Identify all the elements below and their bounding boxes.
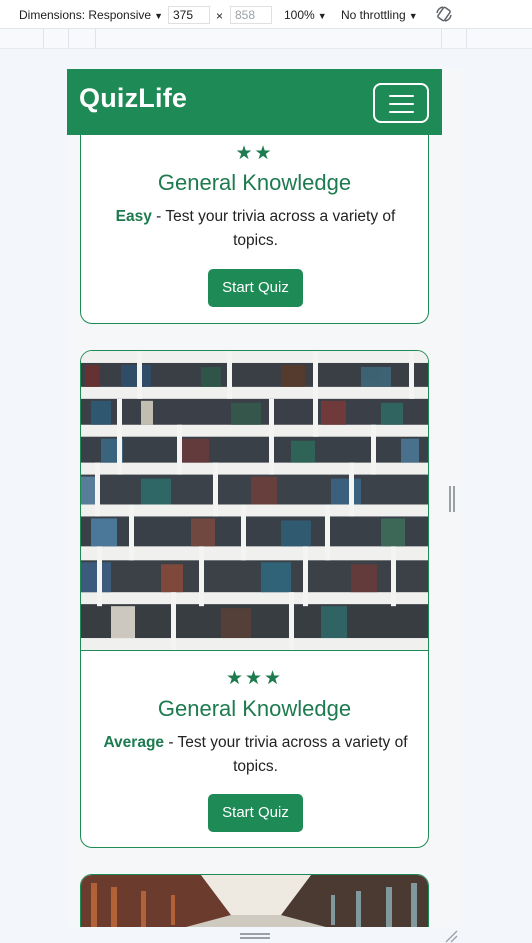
- height-input[interactable]: 858: [230, 6, 272, 24]
- width-resize-handle[interactable]: [449, 486, 455, 512]
- height-resize-handle[interactable]: [240, 933, 270, 941]
- start-quiz-button[interactable]: Start Quiz: [208, 794, 303, 832]
- library-aisle-image: [81, 875, 428, 927]
- start-quiz-button[interactable]: Start Quiz: [208, 269, 303, 307]
- quiz-description: Average - Test your trivia across a vari…: [103, 734, 408, 775]
- rating-stars-icon: ★★★: [225, 667, 284, 689]
- media-query-ruler: [0, 29, 532, 49]
- device-toolbar: Dimensions: Responsive ▼ 375 × 858 100% ▼ …: [0, 0, 532, 29]
- rating-stars-icon: ★★: [235, 142, 274, 164]
- bookshelf-image: [81, 351, 428, 651]
- navbar: QuizLife: [67, 69, 442, 135]
- width-input[interactable]: 375: [168, 6, 210, 24]
- dimension-separator: ×: [216, 9, 224, 23]
- throttling-dropdown[interactable]: No throttling ▼: [341, 8, 418, 22]
- quiz-card: ★★★ General Knowledge Average - Test you…: [80, 350, 429, 848]
- difficulty-label: Easy: [115, 208, 152, 225]
- quiz-card: [80, 874, 429, 927]
- dimensions-dropdown[interactable]: Dimensions: Responsive ▼: [19, 8, 163, 22]
- corner-resize-icon[interactable]: [444, 929, 458, 943]
- difficulty-label: Average: [103, 734, 165, 751]
- hamburger-icon: [389, 95, 414, 97]
- quiz-title: General Knowledge: [157, 170, 352, 195]
- zoom-dropdown[interactable]: 100% ▼: [284, 8, 327, 22]
- menu-toggle-button[interactable]: [373, 83, 429, 123]
- quiz-description: Easy - Test your trivia across a variety…: [115, 208, 396, 249]
- mobile-viewport: QuizLife ★★ General Knowledge Easy - Tes…: [67, 69, 462, 927]
- rotate-icon[interactable]: [435, 5, 453, 23]
- quiz-title: General Knowledge: [157, 696, 352, 721]
- brand-logo[interactable]: QuizLife: [79, 83, 187, 114]
